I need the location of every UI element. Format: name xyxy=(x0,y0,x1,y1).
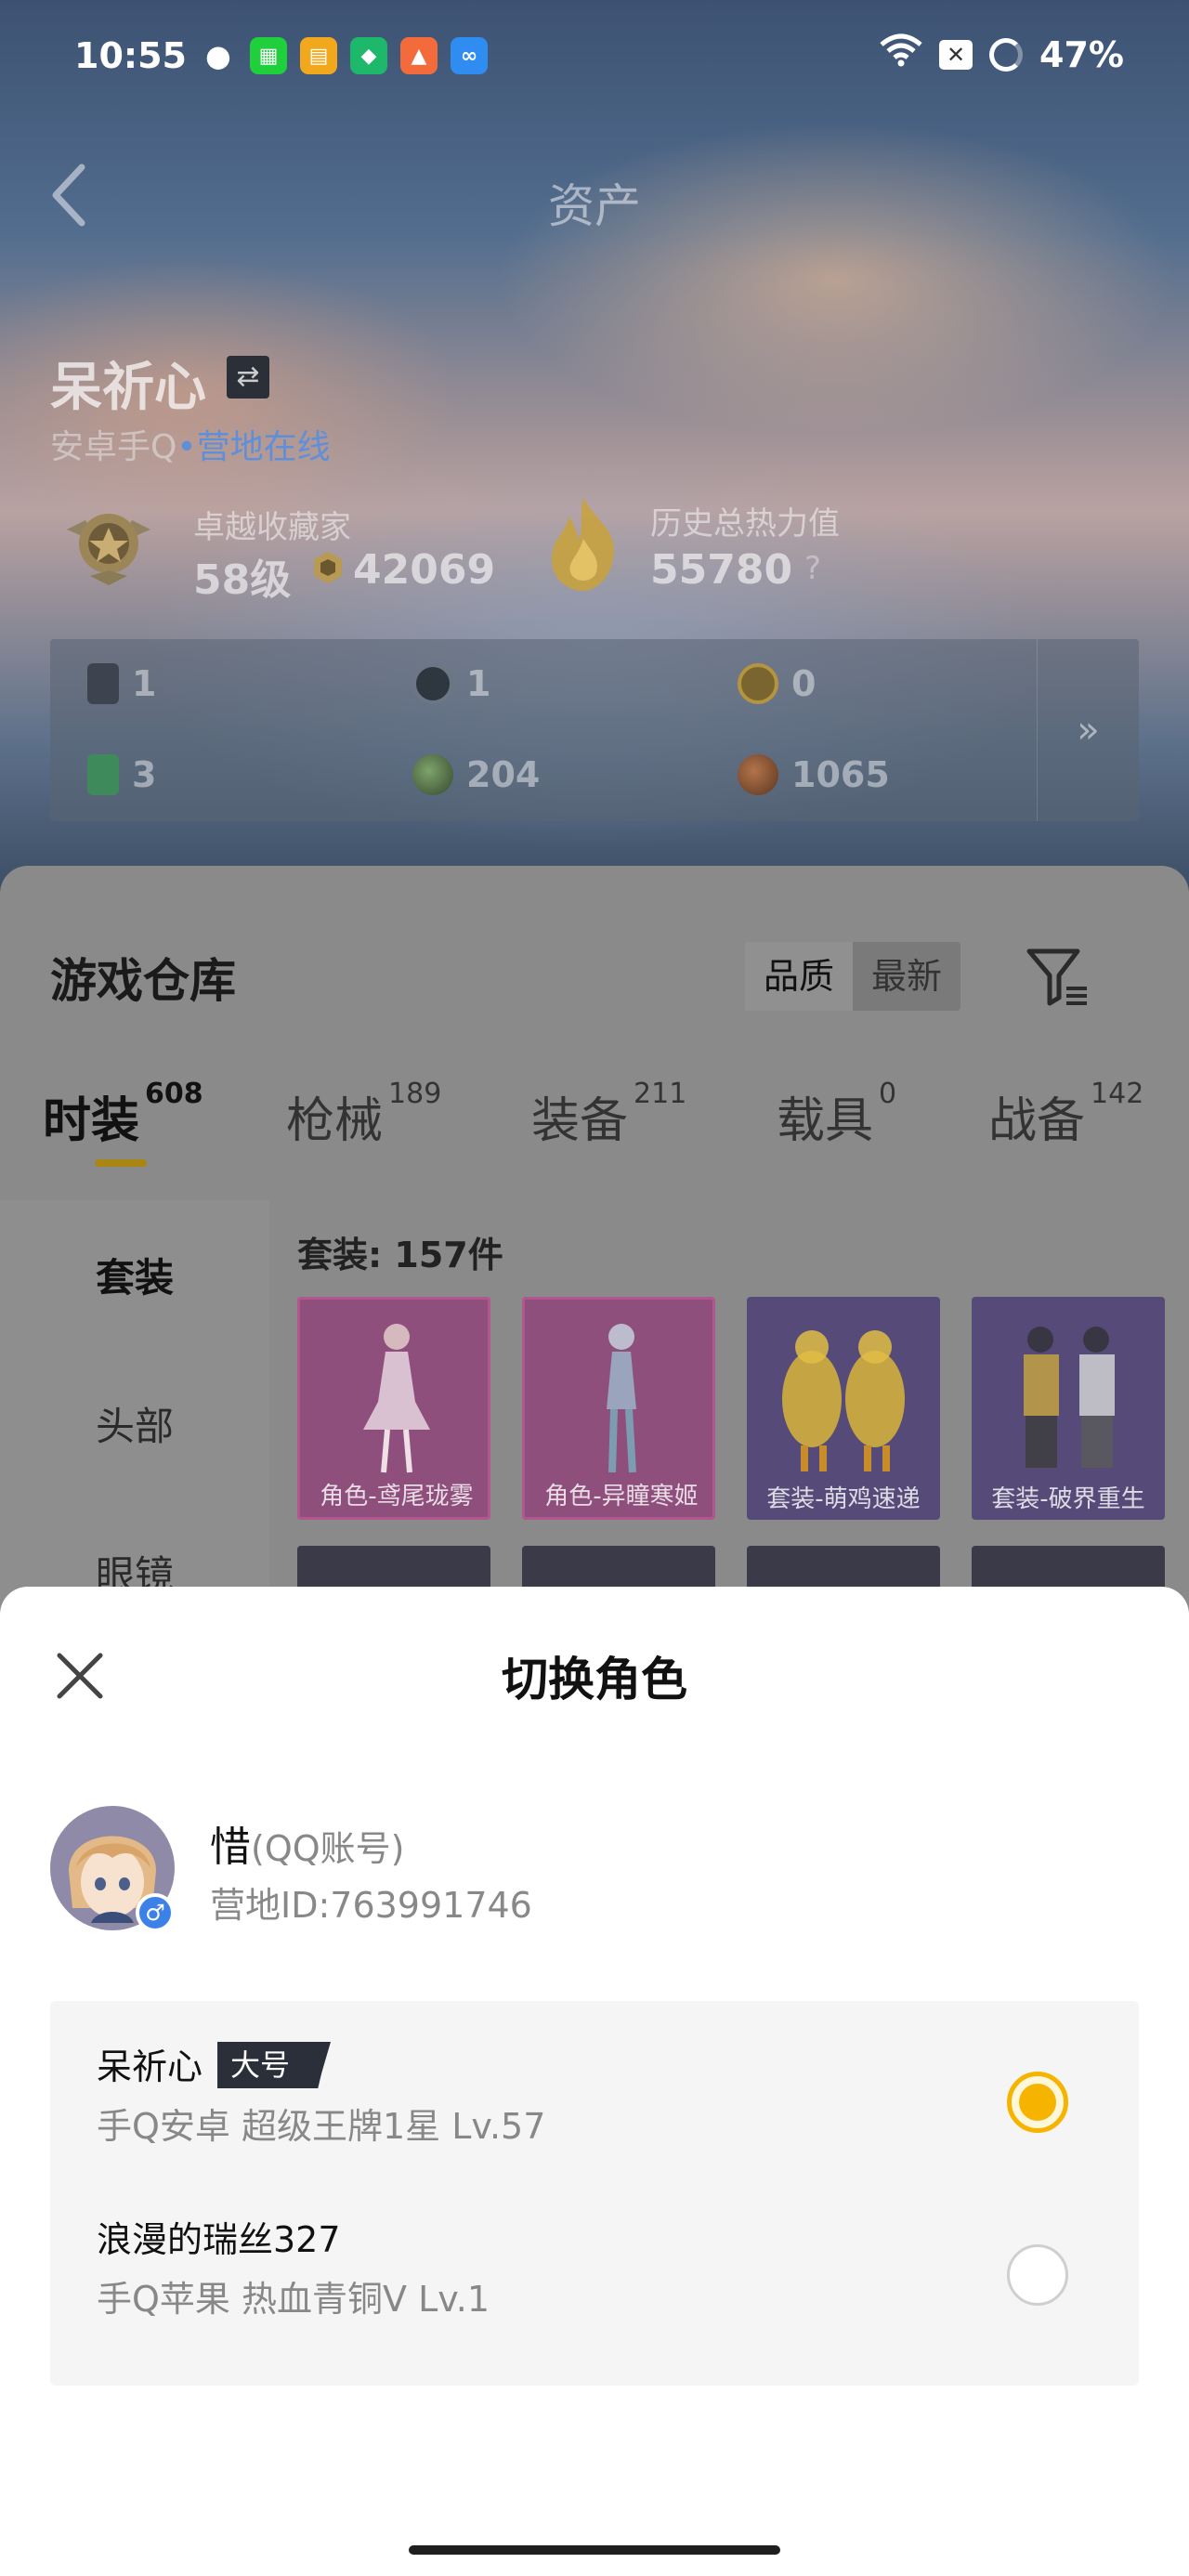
app-green-icon: ▦ xyxy=(250,37,287,74)
status-bar: 10:55 ● ▦ ▤ ◆ ▲ ∞ ✕ 47% xyxy=(0,0,1189,111)
switch-role-modal: 切换角色 ♂ 惜(QQ账号) 营地ID:763991746 呆祈心 大号 手Q安… xyxy=(0,1587,1189,2576)
wifi-icon xyxy=(880,33,922,75)
modal-title: 切换角色 xyxy=(502,1653,687,1706)
item-card[interactable]: 角色-鸢尾珑雾 xyxy=(297,1297,490,1520)
status-app-icons: ● ▦ ▤ ◆ ▲ ∞ xyxy=(200,37,488,74)
sort-toggle: 品质 最新 xyxy=(745,942,961,1011)
orb-green-icon xyxy=(412,754,453,795)
flame-icon xyxy=(539,492,628,595)
item-card-label: 套装-破界重生 xyxy=(991,1485,1145,1513)
collector-rank[interactable]: 卓越收藏家 58级 42069 xyxy=(58,492,522,613)
heat-title: 历史总热力值 xyxy=(650,505,840,543)
item-card-label: 套装-萌鸡速递 xyxy=(766,1485,921,1513)
status-time: 10:55 xyxy=(74,35,187,76)
currency-item: 1 xyxy=(412,663,490,704)
warehouse-title: 游戏仓库 xyxy=(50,954,236,1008)
ticket-green-icon xyxy=(87,754,119,795)
currency-item: 204 xyxy=(412,754,540,795)
role-list: 呆祈心 大号 手Q安卓 超级王牌1星 Lv.57 浪漫的瑞丝327 手Q苹果 热… xyxy=(50,2001,1139,2386)
rank-score: 42069 xyxy=(353,546,496,594)
currency-value: 0 xyxy=(791,663,817,704)
currency-value: 204 xyxy=(466,754,541,795)
currency-more-icon[interactable]: » xyxy=(1037,639,1139,821)
rank-badge-icon xyxy=(58,492,160,595)
card-icon xyxy=(87,663,119,704)
active-tab-indicator xyxy=(95,1159,147,1167)
role-item[interactable]: 呆祈心 大号 手Q安卓 超级王牌1星 Lv.57 xyxy=(50,2001,1139,2174)
role-radio-selected[interactable] xyxy=(1007,2072,1068,2133)
app-orange-icon: ▤ xyxy=(300,37,337,74)
item-card[interactable]: 套装-萌鸡速递 xyxy=(747,1297,940,1520)
role-radio-unselected[interactable] xyxy=(1007,2244,1068,2306)
role-meta: 手Q安卓 超级王牌1星 Lv.57 xyxy=(97,2106,546,2147)
coin-bronze-icon xyxy=(738,754,778,795)
role-name: 呆祈心 xyxy=(97,2046,203,2087)
shield-app-icon: ◆ xyxy=(350,37,387,74)
no-sim-icon: ✕ xyxy=(939,39,973,70)
player-name: 呆祈心 xyxy=(50,358,206,418)
filter-icon[interactable] xyxy=(1022,940,1092,1011)
item-card-label: 角色-鸢尾珑雾 xyxy=(320,1483,474,1510)
suit-count: 套装: 157件 xyxy=(297,1235,503,1275)
currency-item: 1 xyxy=(87,663,156,704)
account-nickname: 惜 xyxy=(210,1824,251,1871)
battery-icon xyxy=(989,37,1024,72)
currency-item: 3 xyxy=(87,754,156,795)
battery-percent: 47% xyxy=(1039,33,1124,75)
account-type: (QQ账号) xyxy=(251,1828,405,1869)
item-card[interactable]: 角色-异瞳寒姬 xyxy=(522,1297,715,1520)
main-account-badge: 大号 xyxy=(217,2042,332,2088)
radio-dot xyxy=(1019,2084,1056,2121)
player-subtitle: 安卓手Q•营地在线 xyxy=(50,420,331,468)
sort-newest-button[interactable]: 最新 xyxy=(853,942,960,1011)
gender-male-icon: ♂ xyxy=(136,1893,175,1932)
coin-gold-icon xyxy=(738,663,778,704)
rank-title: 卓越收藏家 xyxy=(193,509,351,546)
account-name: 惜(QQ账号) xyxy=(210,1813,404,1873)
currency-value: 3 xyxy=(132,754,157,795)
top-nav: 资产 xyxy=(0,139,1189,260)
heat-stats: 历史总热力值 55780 ? xyxy=(539,492,1059,613)
home-indicator[interactable] xyxy=(409,2545,780,2555)
wechat-icon: ● xyxy=(205,38,231,73)
online-dot: • xyxy=(176,428,197,466)
photo-app-icon: ▲ xyxy=(400,37,438,74)
currency-item: 1065 xyxy=(738,754,890,795)
side-item-head[interactable]: 头部 xyxy=(0,1395,269,1452)
currency-value: 1 xyxy=(466,663,491,704)
currency-value: 1065 xyxy=(791,754,890,795)
coin-s-icon xyxy=(412,663,453,704)
rank-level: 58级 xyxy=(193,556,292,604)
role-name: 浪漫的瑞丝327 xyxy=(97,2219,341,2260)
category-tabs: 时装 608 枪械 189 装备 211 载具 0 战备 142 xyxy=(0,1078,1189,1174)
page-title: 资产 xyxy=(548,179,641,233)
help-icon[interactable]: ? xyxy=(804,550,821,587)
sort-quality-button[interactable]: 品质 xyxy=(745,942,854,1011)
side-item-suit[interactable]: 套装 xyxy=(0,1247,269,1303)
role-item[interactable]: 浪漫的瑞丝327 手Q苹果 热血青铜V Lv.1 xyxy=(50,2174,1139,2347)
asset-header-background: 10:55 ● ▦ ▤ ◆ ▲ ∞ ✕ 47% 资产 呆祈心 ⇄ 安卓手Q•营地… xyxy=(0,0,1189,929)
role-meta: 手Q苹果 热血青铜V Lv.1 xyxy=(97,2279,490,2320)
tab-guns[interactable]: 枪械 189 xyxy=(286,1078,441,1151)
tab-equipment[interactable]: 装备 211 xyxy=(531,1078,686,1151)
status-indicators: ✕ 47% xyxy=(880,33,1124,75)
camp-id: 营地ID:763991746 xyxy=(210,1885,532,1926)
currency-value: 1 xyxy=(132,663,157,704)
heat-value: 55780 xyxy=(650,546,793,594)
switch-role-icon[interactable]: ⇄ xyxy=(227,356,269,399)
currency-panel[interactable]: 1 1 0 3 204 1065 » xyxy=(50,639,1139,821)
tab-vehicles[interactable]: 载具 0 xyxy=(777,1078,896,1151)
collection-coin-icon xyxy=(310,550,346,585)
online-status: 营地在线 xyxy=(196,428,331,466)
currency-item: 0 xyxy=(738,663,816,704)
item-card[interactable]: 套装-破界重生 xyxy=(972,1297,1165,1520)
tab-combat-gear[interactable]: 战备 142 xyxy=(988,1078,1143,1151)
tab-fashion[interactable]: 时装 608 xyxy=(43,1078,203,1151)
cloud-app-icon: ∞ xyxy=(451,37,488,74)
item-card-label: 角色-异瞳寒姬 xyxy=(544,1483,699,1510)
player-platform: 安卓手Q xyxy=(50,428,177,466)
